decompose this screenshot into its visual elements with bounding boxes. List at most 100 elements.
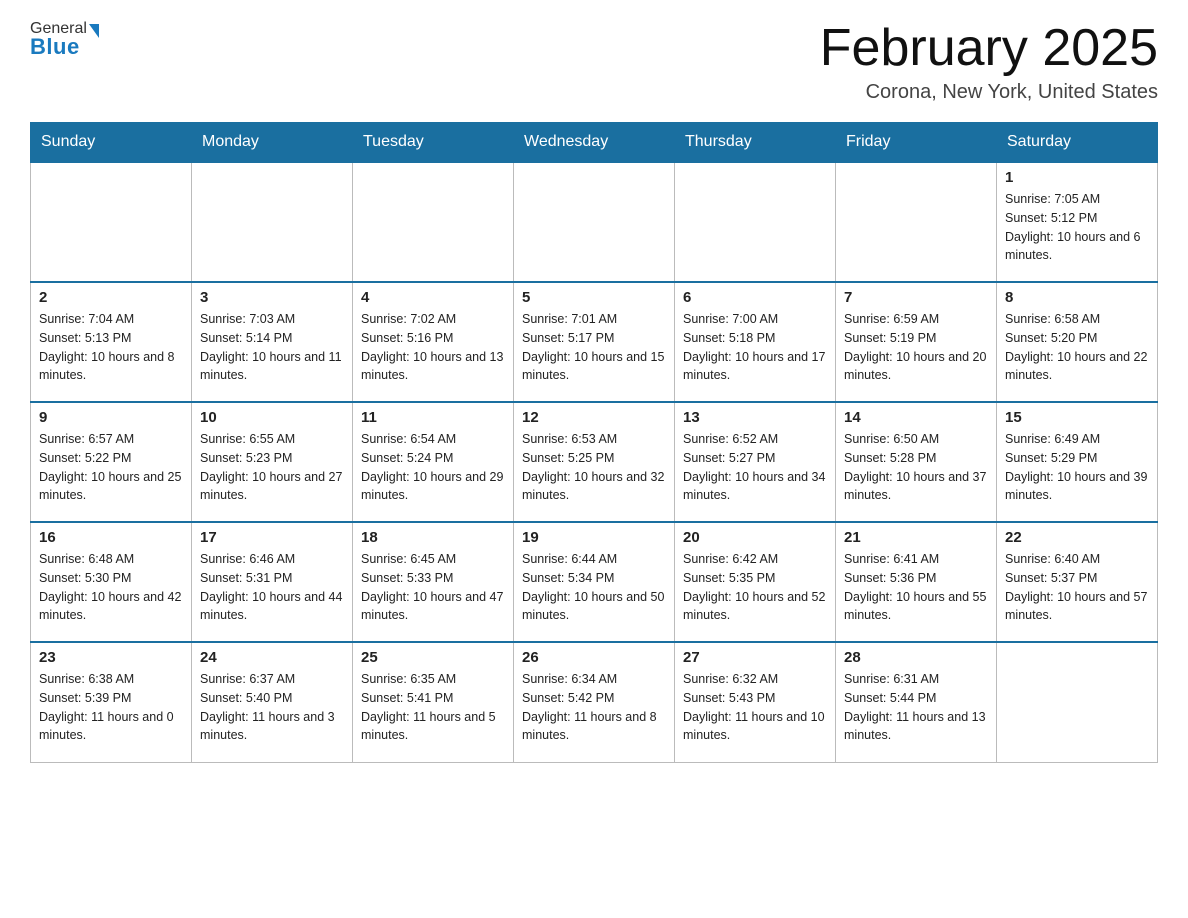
logo-arrow-icon <box>89 24 99 38</box>
weekday-header-monday: Monday <box>192 123 353 163</box>
day-number: 19 <box>522 529 666 546</box>
weekday-header-friday: Friday <box>836 123 997 163</box>
day-info: Sunrise: 7:01 AMSunset: 5:17 PMDaylight:… <box>522 310 666 385</box>
calendar-cell: 13 Sunrise: 6:52 AMSunset: 5:27 PMDayligh… <box>675 402 836 522</box>
day-info: Sunrise: 7:03 AMSunset: 5:14 PMDaylight:… <box>200 310 344 385</box>
calendar-cell: 16 Sunrise: 6:48 AMSunset: 5:30 PMDayligh… <box>31 522 192 642</box>
day-info: Sunrise: 6:48 AMSunset: 5:30 PMDaylight:… <box>39 550 183 625</box>
calendar-cell: 5 Sunrise: 7:01 AMSunset: 5:17 PMDaylight… <box>514 282 675 402</box>
day-info: Sunrise: 6:59 AMSunset: 5:19 PMDaylight:… <box>844 310 988 385</box>
calendar-cell <box>675 162 836 282</box>
weekday-header-row: SundayMondayTuesdayWednesdayThursdayFrid… <box>31 123 1158 163</box>
calendar-cell: 15Sunrise: 6:49 AMSunset: 5:29 PMDayligh… <box>997 402 1158 522</box>
calendar-cell: 12 Sunrise: 6:53 AMSunset: 5:25 PMDayligh… <box>514 402 675 522</box>
day-number: 3 <box>200 289 344 306</box>
calendar-cell: 7Sunrise: 6:59 AMSunset: 5:19 PMDaylight… <box>836 282 997 402</box>
day-number: 11 <box>361 409 505 426</box>
day-number: 9 <box>39 409 183 426</box>
day-info: Sunrise: 7:02 AMSunset: 5:16 PMDaylight:… <box>361 310 505 385</box>
calendar-cell: 14 Sunrise: 6:50 AMSunset: 5:28 PMDayligh… <box>836 402 997 522</box>
day-info: Sunrise: 6:37 AMSunset: 5:40 PMDaylight:… <box>200 670 344 745</box>
day-info: Sunrise: 6:34 AMSunset: 5:42 PMDaylight:… <box>522 670 666 745</box>
calendar-cell: 26 Sunrise: 6:34 AMSunset: 5:42 PMDayligh… <box>514 642 675 762</box>
calendar-cell: 25Sunrise: 6:35 AMSunset: 5:41 PMDayligh… <box>353 642 514 762</box>
week-row-1: 1 Sunrise: 7:05 AMSunset: 5:12 PMDaylight… <box>31 162 1158 282</box>
day-number: 18 <box>361 529 505 546</box>
calendar-cell: 21 Sunrise: 6:41 AMSunset: 5:36 PMDayligh… <box>836 522 997 642</box>
calendar-cell: 10 Sunrise: 6:55 AMSunset: 5:23 PMDayligh… <box>192 402 353 522</box>
day-info: Sunrise: 6:44 AMSunset: 5:34 PMDaylight:… <box>522 550 666 625</box>
calendar-cell: 18 Sunrise: 6:45 AMSunset: 5:33 PMDayligh… <box>353 522 514 642</box>
week-row-4: 16 Sunrise: 6:48 AMSunset: 5:30 PMDayligh… <box>31 522 1158 642</box>
calendar-cell: 24 Sunrise: 6:37 AMSunset: 5:40 PMDayligh… <box>192 642 353 762</box>
page-header: General Blue February 2025 Corona, New Y… <box>30 20 1158 104</box>
day-number: 8 <box>1005 289 1149 306</box>
day-number: 28 <box>844 649 988 666</box>
day-number: 13 <box>683 409 827 426</box>
weekday-header-wednesday: Wednesday <box>514 123 675 163</box>
day-number: 21 <box>844 529 988 546</box>
calendar-cell <box>997 642 1158 762</box>
day-info: Sunrise: 6:55 AMSunset: 5:23 PMDaylight:… <box>200 430 344 505</box>
calendar-cell <box>514 162 675 282</box>
day-number: 1 <box>1005 169 1149 186</box>
day-number: 2 <box>39 289 183 306</box>
calendar-cell: 1 Sunrise: 7:05 AMSunset: 5:12 PMDaylight… <box>997 162 1158 282</box>
day-info: Sunrise: 6:41 AMSunset: 5:36 PMDaylight:… <box>844 550 988 625</box>
day-info: Sunrise: 6:32 AMSunset: 5:43 PMDaylight:… <box>683 670 827 745</box>
calendar-cell: 17 Sunrise: 6:46 AMSunset: 5:31 PMDayligh… <box>192 522 353 642</box>
day-info: Sunrise: 6:57 AMSunset: 5:22 PMDaylight:… <box>39 430 183 505</box>
calendar-cell: 3 Sunrise: 7:03 AMSunset: 5:14 PMDaylight… <box>192 282 353 402</box>
calendar-cell: 22 Sunrise: 6:40 AMSunset: 5:37 PMDayligh… <box>997 522 1158 642</box>
week-row-5: 23Sunrise: 6:38 AMSunset: 5:39 PMDayligh… <box>31 642 1158 762</box>
week-row-2: 2Sunrise: 7:04 AMSunset: 5:13 PMDaylight… <box>31 282 1158 402</box>
day-number: 22 <box>1005 529 1149 546</box>
calendar-cell: 27Sunrise: 6:32 AMSunset: 5:43 PMDayligh… <box>675 642 836 762</box>
calendar-cell: 23Sunrise: 6:38 AMSunset: 5:39 PMDayligh… <box>31 642 192 762</box>
weekday-header-sunday: Sunday <box>31 123 192 163</box>
calendar-cell: 9 Sunrise: 6:57 AMSunset: 5:22 PMDaylight… <box>31 402 192 522</box>
day-info: Sunrise: 6:31 AMSunset: 5:44 PMDaylight:… <box>844 670 988 745</box>
day-number: 24 <box>200 649 344 666</box>
day-info: Sunrise: 6:54 AMSunset: 5:24 PMDaylight:… <box>361 430 505 505</box>
day-info: Sunrise: 6:46 AMSunset: 5:31 PMDaylight:… <box>200 550 344 625</box>
calendar-cell: 6 Sunrise: 7:00 AMSunset: 5:18 PMDaylight… <box>675 282 836 402</box>
day-number: 10 <box>200 409 344 426</box>
day-number: 14 <box>844 409 988 426</box>
day-number: 12 <box>522 409 666 426</box>
calendar-cell <box>192 162 353 282</box>
day-info: Sunrise: 6:53 AMSunset: 5:25 PMDaylight:… <box>522 430 666 505</box>
day-number: 4 <box>361 289 505 306</box>
calendar-cell: 8 Sunrise: 6:58 AMSunset: 5:20 PMDaylight… <box>997 282 1158 402</box>
weekday-header-tuesday: Tuesday <box>353 123 514 163</box>
week-row-3: 9 Sunrise: 6:57 AMSunset: 5:22 PMDaylight… <box>31 402 1158 522</box>
day-info: Sunrise: 6:50 AMSunset: 5:28 PMDaylight:… <box>844 430 988 505</box>
day-number: 6 <box>683 289 827 306</box>
calendar-cell <box>31 162 192 282</box>
day-info: Sunrise: 7:00 AMSunset: 5:18 PMDaylight:… <box>683 310 827 385</box>
day-info: Sunrise: 6:58 AMSunset: 5:20 PMDaylight:… <box>1005 310 1149 385</box>
calendar-cell: 2Sunrise: 7:04 AMSunset: 5:13 PMDaylight… <box>31 282 192 402</box>
day-number: 15 <box>1005 409 1149 426</box>
day-info: Sunrise: 7:05 AMSunset: 5:12 PMDaylight:… <box>1005 190 1149 265</box>
day-number: 20 <box>683 529 827 546</box>
calendar-cell <box>353 162 514 282</box>
weekday-header-thursday: Thursday <box>675 123 836 163</box>
calendar-cell <box>836 162 997 282</box>
day-number: 26 <box>522 649 666 666</box>
day-number: 17 <box>200 529 344 546</box>
day-number: 5 <box>522 289 666 306</box>
calendar-cell: 20 Sunrise: 6:42 AMSunset: 5:35 PMDayligh… <box>675 522 836 642</box>
logo-area: General Blue <box>30 20 101 60</box>
day-info: Sunrise: 6:40 AMSunset: 5:37 PMDaylight:… <box>1005 550 1149 625</box>
day-info: Sunrise: 6:52 AMSunset: 5:27 PMDaylight:… <box>683 430 827 505</box>
day-number: 25 <box>361 649 505 666</box>
day-number: 23 <box>39 649 183 666</box>
day-number: 16 <box>39 529 183 546</box>
calendar-cell: 19 Sunrise: 6:44 AMSunset: 5:34 PMDayligh… <box>514 522 675 642</box>
calendar-cell: 11 Sunrise: 6:54 AMSunset: 5:24 PMDayligh… <box>353 402 514 522</box>
day-info: Sunrise: 6:42 AMSunset: 5:35 PMDaylight:… <box>683 550 827 625</box>
title-area: February 2025 Corona, New York, United S… <box>820 20 1158 104</box>
day-info: Sunrise: 6:45 AMSunset: 5:33 PMDaylight:… <box>361 550 505 625</box>
month-title: February 2025 <box>820 20 1158 77</box>
